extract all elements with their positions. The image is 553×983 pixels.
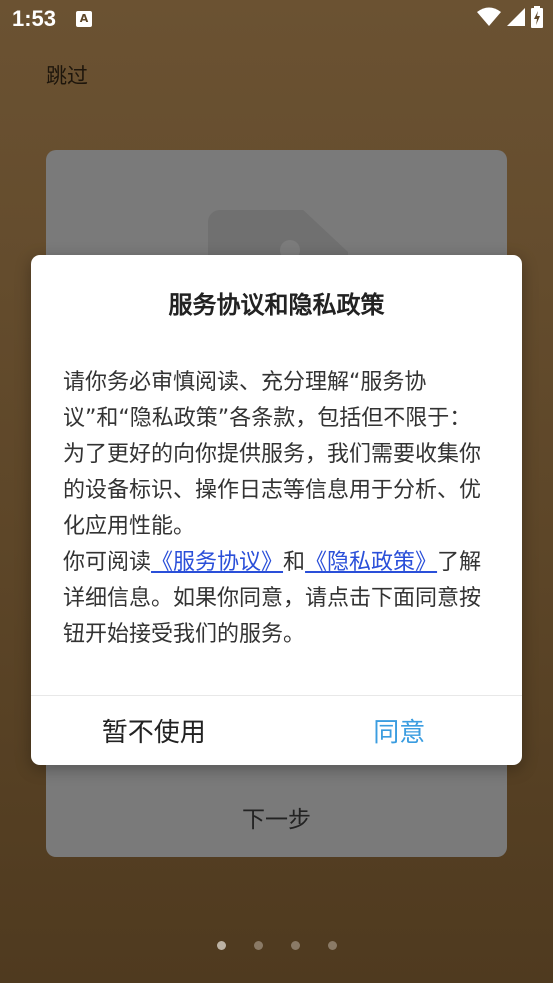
dialog-buttons: 暂不使用 同意 bbox=[31, 696, 522, 765]
battery-icon bbox=[531, 6, 543, 28]
status-bar: 1:53 A bbox=[0, 0, 553, 38]
pager-indicator bbox=[0, 941, 553, 950]
dialog-paragraph-2-prefix: 你可阅读 bbox=[63, 550, 152, 575]
dialog-paragraph-2-and: 和 bbox=[283, 550, 306, 575]
agree-button[interactable]: 同意 bbox=[277, 696, 523, 765]
skip-button[interactable]: 跳过 bbox=[46, 60, 88, 90]
dialog-paragraph-1: 请你务必审慎阅读、充分理解“服务协议”和“隐私政策”各条款，包括但不限于：为了更… bbox=[63, 370, 482, 539]
dialog-body: 请你务必审慎阅读、充分理解“服务协议”和“隐私政策”各条款，包括但不限于：为了更… bbox=[63, 365, 493, 653]
decline-button[interactable]: 暂不使用 bbox=[31, 696, 277, 765]
signal-icon bbox=[507, 8, 525, 26]
pager-dot-1[interactable] bbox=[216, 941, 226, 950]
next-step-button[interactable]: 下一步 bbox=[46, 800, 507, 834]
status-icons bbox=[477, 6, 543, 28]
privacy-policy-link[interactable]: 《隐私政策》 bbox=[305, 550, 437, 575]
dialog-title: 服务协议和隐私政策 bbox=[168, 291, 385, 319]
notification-icon: A bbox=[76, 11, 93, 27]
service-agreement-link[interactable]: 《服务协议》 bbox=[151, 550, 283, 575]
pager-dot-4[interactable] bbox=[327, 941, 337, 950]
status-time: 1:53 bbox=[12, 6, 57, 31]
pager-dot-2[interactable] bbox=[253, 941, 263, 950]
pager-dot-3[interactable] bbox=[290, 941, 300, 950]
privacy-dialog: 服务协议和隐私政策 请你务必审慎阅读、充分理解“服务协议”和“隐私政策”各条款，… bbox=[31, 255, 522, 765]
wifi-icon bbox=[477, 7, 501, 26]
